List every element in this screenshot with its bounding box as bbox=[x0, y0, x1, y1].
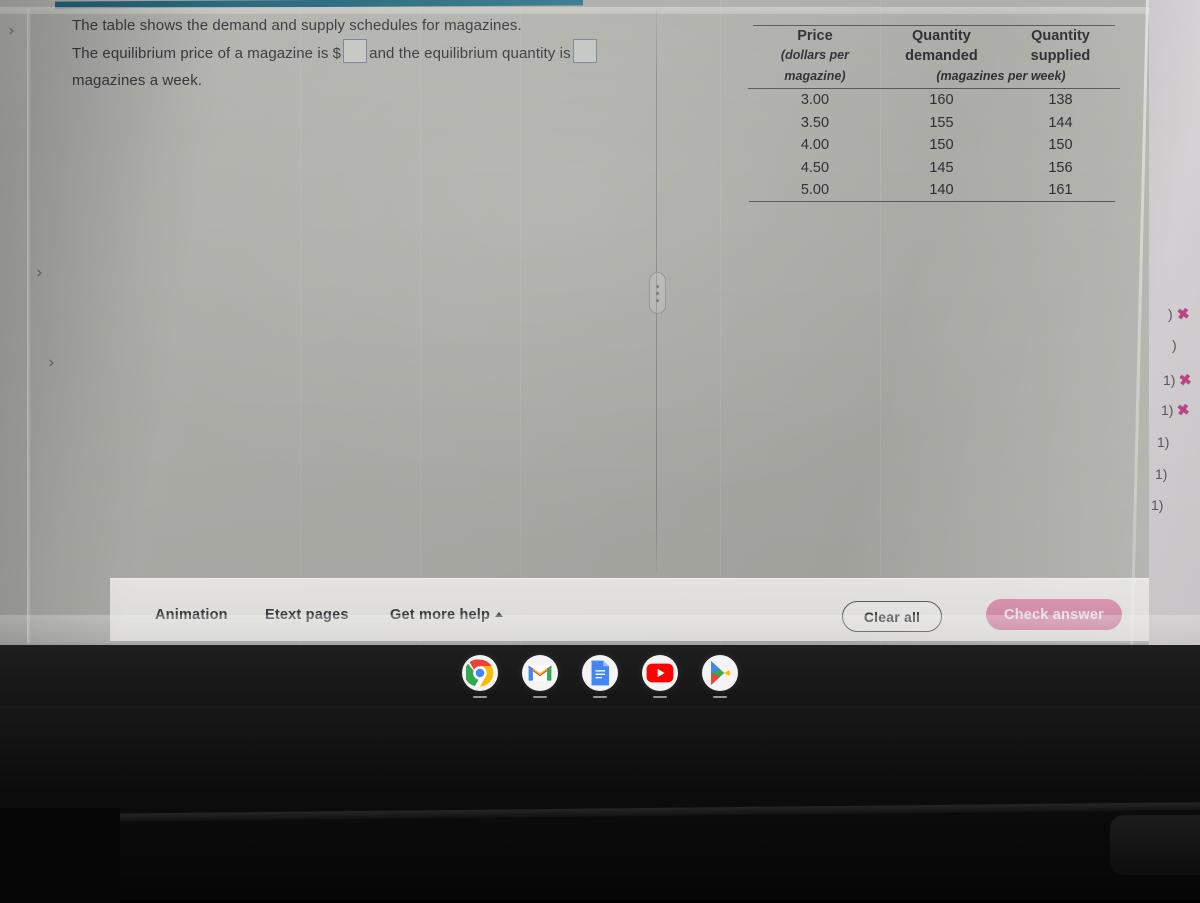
cell-supplied: 138 bbox=[1048, 92, 1073, 108]
cutoff-list-item[interactable]: 1) bbox=[1155, 466, 1167, 482]
app-page-left-edge bbox=[27, 9, 31, 643]
table-body: 3.00 160 138 3.50 155 144 4.00 150 150 4… bbox=[748, 89, 1120, 202]
get-more-help-label: Get more help bbox=[390, 607, 491, 623]
splitter-dot bbox=[656, 291, 659, 295]
bottom-toolbar-divider bbox=[110, 578, 1150, 579]
cell-price: 3.00 bbox=[800, 92, 830, 108]
laptop-screen: › › › The table shows the demand and sup… bbox=[0, 0, 1200, 645]
question-line-2-middle: and the equilibrium quantity is bbox=[369, 45, 571, 62]
google-docs-icon[interactable] bbox=[582, 655, 618, 698]
laptop-hinge bbox=[1110, 815, 1200, 875]
youtube-icon[interactable] bbox=[642, 655, 678, 698]
close-icon[interactable]: ✖ bbox=[1176, 400, 1191, 420]
cell-supplied: 144 bbox=[1048, 114, 1073, 131]
cell-supplied: 156 bbox=[1048, 159, 1073, 176]
cutoff-list-item[interactable]: 1) ✖ bbox=[1163, 370, 1193, 390]
cell-demanded: 145 bbox=[929, 159, 954, 176]
screen-reflection-band bbox=[720, 0, 721, 645]
screen-reflection-band bbox=[520, 0, 521, 645]
table-header-price: Price bbox=[797, 28, 833, 44]
table-row: 4.50 145 156 bbox=[748, 157, 1120, 180]
cell-price: 3.50 bbox=[800, 114, 830, 131]
cutoff-list-item[interactable]: ) ✖ bbox=[1168, 304, 1191, 324]
table-header-quantity-unit: (magazines per week) bbox=[936, 69, 1066, 83]
table-row: 3.50 155 144 bbox=[748, 112, 1120, 135]
cutoff-item-text: 1) bbox=[1151, 497, 1164, 513]
question-text: The table shows the demand and supply sc… bbox=[72, 12, 632, 94]
equilibrium-quantity-input[interactable] bbox=[572, 39, 597, 63]
table-row: 5.00 140 161 bbox=[748, 179, 1120, 202]
question-line-1: The table shows the demand and supply sc… bbox=[72, 17, 522, 34]
chevron-up-icon bbox=[495, 612, 504, 617]
play-store-icon[interactable] bbox=[702, 655, 738, 698]
app-running-indicator bbox=[473, 696, 487, 698]
cell-demanded: 150 bbox=[929, 137, 954, 153]
question-line-2-prefix: The equilibrium price of a magazine is $ bbox=[72, 45, 342, 62]
screen-reflection-band bbox=[420, 0, 421, 645]
equilibrium-price-input[interactable] bbox=[343, 39, 368, 63]
cell-price: 4.50 bbox=[800, 159, 830, 176]
expand-chevron-icon-1[interactable]: › bbox=[8, 23, 15, 40]
table-header-price-unit-line1: (dollars per bbox=[780, 48, 849, 62]
table-header-price-unit-line2: magazine) bbox=[784, 69, 846, 83]
cutoff-item-text: ) bbox=[1172, 337, 1177, 353]
app-running-indicator bbox=[653, 696, 667, 698]
animation-link[interactable]: Animation bbox=[155, 607, 228, 623]
laptop-photo: › › › The table shows the demand and sup… bbox=[0, 0, 1200, 903]
cutoff-item-text: 1) bbox=[1155, 466, 1168, 482]
cell-price: 4.00 bbox=[800, 137, 830, 153]
cutoff-list-item[interactable]: 1) bbox=[1151, 497, 1163, 513]
table-header-quantity-demanded-line2: demanded bbox=[905, 48, 978, 64]
etext-pages-link[interactable]: Etext pages bbox=[265, 607, 349, 623]
gmail-icon[interactable] bbox=[522, 655, 558, 698]
cell-demanded: 140 bbox=[929, 182, 954, 198]
taskbar-icon-row bbox=[0, 655, 1200, 698]
question-line-3: magazines a week. bbox=[72, 72, 203, 89]
cell-demanded: 160 bbox=[929, 92, 954, 108]
app-running-indicator bbox=[713, 696, 727, 698]
laptop-body-lip bbox=[94, 802, 1200, 822]
question-line-2: The equilibrium price of a magazine is $… bbox=[72, 39, 632, 67]
app-running-indicator bbox=[593, 696, 607, 698]
clear-all-button[interactable]: Clear all bbox=[842, 601, 942, 632]
splitter-dot bbox=[656, 298, 659, 302]
cutoff-list-item[interactable]: 1) ✖ bbox=[1161, 400, 1191, 420]
table-row: 4.00 150 150 bbox=[748, 134, 1120, 157]
table-header-quantity-supplied-line1: Quantity bbox=[1031, 28, 1090, 44]
cutoff-list-item[interactable]: 1) bbox=[1157, 434, 1169, 450]
check-answer-button[interactable]: Check answer bbox=[986, 599, 1122, 630]
cell-price: 5.00 bbox=[800, 182, 830, 198]
cutoff-item-text: 1) bbox=[1161, 402, 1174, 418]
expand-chevron-icon-3[interactable]: › bbox=[48, 355, 55, 372]
close-icon[interactable]: ✖ bbox=[1178, 370, 1193, 390]
table-bottom-rule bbox=[749, 201, 1115, 202]
cutoff-list-item[interactable]: ) bbox=[1172, 337, 1177, 353]
cell-demanded: 155 bbox=[929, 114, 954, 131]
chrome-icon[interactable] bbox=[462, 655, 498, 698]
cutoff-item-text: 1) bbox=[1163, 372, 1176, 388]
panel-splitter-handle[interactable] bbox=[649, 272, 666, 314]
table-header-quantity-supplied-line2: supplied bbox=[1030, 48, 1091, 64]
splitter-dot bbox=[656, 284, 659, 288]
laptop-body-notch bbox=[0, 808, 120, 903]
screen-reflection-band bbox=[300, 0, 301, 645]
close-icon[interactable]: ✖ bbox=[1175, 304, 1191, 324]
demand-supply-table: Price Quantity Quantity (dollars per dem… bbox=[748, 26, 1120, 202]
table-header-quantity-demanded-line1: Quantity bbox=[912, 28, 971, 44]
cutoff-item-text: ) bbox=[1168, 306, 1173, 322]
app-running-indicator bbox=[533, 696, 547, 698]
cutoff-item-text: 1) bbox=[1157, 434, 1170, 450]
expand-chevron-icon-2[interactable]: › bbox=[36, 265, 43, 282]
cell-supplied: 150 bbox=[1048, 137, 1073, 153]
cell-supplied: 161 bbox=[1048, 182, 1073, 198]
table-row: 3.00 160 138 bbox=[748, 89, 1120, 112]
get-more-help-link[interactable]: Get more help bbox=[390, 607, 504, 623]
